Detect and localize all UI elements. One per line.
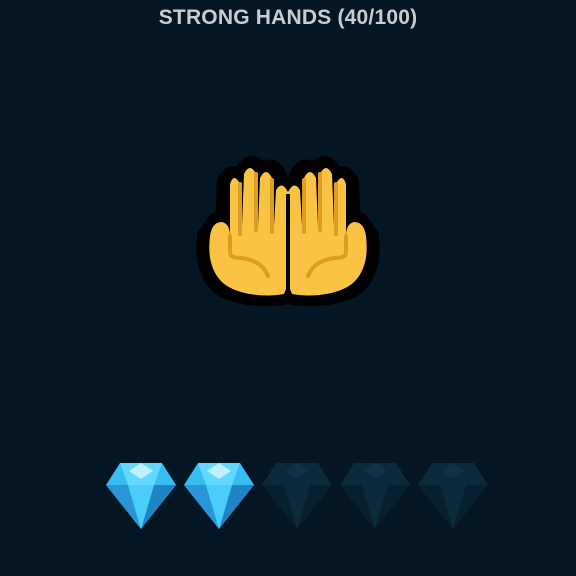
gem-icon [340, 461, 410, 529]
gem-icon [262, 461, 332, 529]
score-card: STRONG HANDS (40/100) [0, 0, 576, 576]
gem-icon [106, 461, 176, 529]
gem-icon [418, 461, 488, 529]
gem-rating [106, 461, 490, 531]
score-title: STRONG HANDS (40/100) [158, 6, 418, 29]
palms-up-together-icon [188, 144, 388, 320]
gem-icon [184, 461, 254, 529]
